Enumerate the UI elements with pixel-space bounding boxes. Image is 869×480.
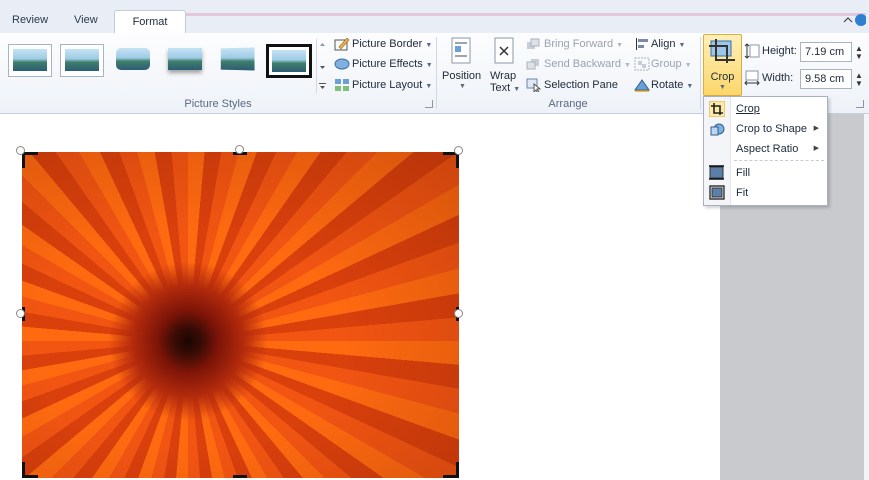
wrap-text-icon bbox=[494, 37, 514, 68]
position-icon bbox=[451, 37, 471, 68]
tab-format[interactable]: Format bbox=[114, 10, 186, 34]
submenu-arrow-icon: ▶ bbox=[813, 125, 819, 132]
contextual-tab-accent bbox=[186, 13, 866, 16]
group-label-picture-styles: Picture Styles bbox=[184, 98, 252, 110]
position-dropdown-icon: ▼ bbox=[459, 83, 466, 90]
menu-item-crop-label: Crop bbox=[736, 103, 760, 115]
picture-styles-launcher-icon[interactable] bbox=[425, 100, 433, 108]
picture-style-thumbnail[interactable] bbox=[8, 44, 52, 77]
crop-dropdown-menu: Crop Crop to Shape ▶ Aspect Ratio ▶ Fill… bbox=[703, 96, 828, 206]
wrap-text-label: Wrap bbox=[490, 70, 517, 82]
width-label: Width: bbox=[762, 72, 794, 84]
wrap-text-label-2: Text bbox=[490, 82, 511, 94]
wrap-text-button-line2[interactable]: Text ▼ bbox=[490, 82, 520, 94]
selection-pane-icon bbox=[526, 78, 542, 95]
picture-border-icon bbox=[334, 37, 350, 54]
height-icon bbox=[744, 43, 760, 62]
picture-style-thumbnail[interactable] bbox=[60, 44, 104, 77]
picture-layout-icon bbox=[334, 78, 350, 95]
group-separator bbox=[700, 37, 701, 109]
menu-item-fit-label: Fit bbox=[736, 187, 749, 199]
group-label-arrange: Arrange bbox=[548, 98, 588, 110]
fill-icon bbox=[709, 165, 724, 180]
height-label: Height: bbox=[762, 45, 797, 57]
send-backward-button[interactable]: Send Backward ▼ bbox=[544, 58, 631, 70]
picture-border-label: Picture Border bbox=[352, 38, 423, 50]
width-value: 9.58 cm bbox=[805, 73, 845, 85]
tab-review[interactable]: Review bbox=[12, 14, 48, 26]
gallery-scroll[interactable] bbox=[316, 39, 328, 93]
align-button[interactable]: Align ▼ bbox=[651, 38, 685, 50]
wrap-text-button[interactable]: Wrap bbox=[490, 70, 516, 82]
picture-style-thumbnail[interactable] bbox=[216, 44, 258, 75]
menu-separator bbox=[734, 160, 824, 161]
picture-layout-label: Picture Layout bbox=[352, 79, 423, 91]
vertical-ruler bbox=[864, 114, 869, 480]
menu-item-crop-to-shape[interactable]: Crop to Shape ▶ bbox=[704, 119, 827, 139]
selection-pane-label: Selection Pane bbox=[544, 79, 618, 91]
crop-label: Crop bbox=[710, 71, 735, 83]
submenu-arrow-icon: ▶ bbox=[813, 145, 819, 152]
picture-border-button[interactable]: Picture Border ▼ bbox=[352, 38, 432, 50]
align-label: Align bbox=[651, 38, 676, 50]
ribbon-tab-strip: Review View Format bbox=[0, 0, 869, 34]
picture-style-thumbnail[interactable] bbox=[164, 44, 206, 75]
bring-forward-button[interactable]: Bring Forward ▼ bbox=[544, 38, 623, 50]
send-backward-icon bbox=[526, 58, 540, 73]
menu-item-fill-label: Fill bbox=[736, 167, 751, 179]
picture-effects-icon bbox=[334, 57, 350, 74]
help-icon[interactable] bbox=[842, 12, 867, 28]
width-field[interactable]: 9.58 cm bbox=[800, 69, 852, 89]
selection-pane-button[interactable]: Selection Pane bbox=[544, 79, 618, 91]
tab-view[interactable]: View bbox=[74, 14, 98, 26]
fit-icon bbox=[709, 185, 725, 200]
menu-item-aspect-ratio[interactable]: Aspect Ratio ▶ bbox=[704, 139, 827, 159]
picture-style-thumbnail[interactable] bbox=[266, 44, 312, 78]
menu-item-crop[interactable]: Crop bbox=[704, 99, 827, 119]
rotate-button[interactable]: Rotate ▼ bbox=[651, 79, 693, 91]
bring-forward-label: Bring Forward bbox=[544, 38, 614, 50]
crop-icon bbox=[709, 101, 725, 117]
position-button[interactable]: Position bbox=[442, 70, 481, 82]
crop-button[interactable]: Crop ▼ bbox=[703, 34, 742, 96]
menu-item-aspect-ratio-label: Aspect Ratio bbox=[736, 143, 799, 155]
height-field[interactable]: 7.19 cm bbox=[800, 42, 852, 62]
flower-image-shading bbox=[22, 152, 459, 478]
bring-forward-icon bbox=[526, 38, 540, 53]
height-spinner[interactable]: ▲ ▼ bbox=[855, 45, 865, 61]
align-icon bbox=[634, 37, 650, 54]
crop-dropdown-icon: ▼ bbox=[719, 84, 726, 91]
menu-item-fill[interactable]: Fill bbox=[704, 163, 827, 183]
width-icon bbox=[744, 70, 760, 89]
position-label: Position bbox=[442, 70, 482, 82]
crop-icon bbox=[709, 39, 735, 63]
picture-effects-label: Picture Effects bbox=[352, 58, 423, 70]
group-label: Group bbox=[651, 58, 682, 70]
picture-layout-button[interactable]: Picture Layout ▼ bbox=[352, 79, 432, 91]
rotate-icon bbox=[633, 78, 651, 95]
rotate-label: Rotate bbox=[651, 79, 684, 91]
height-value: 7.19 cm bbox=[805, 46, 845, 58]
menu-item-fit[interactable]: Fit bbox=[704, 183, 827, 203]
menu-item-crop-to-shape-label: Crop to Shape bbox=[736, 123, 807, 135]
send-backward-label: Send Backward bbox=[544, 58, 622, 70]
group-button[interactable]: Group ▼ bbox=[651, 58, 692, 70]
group-icon bbox=[634, 57, 650, 74]
picture-style-thumbnail[interactable] bbox=[112, 44, 154, 75]
size-launcher-icon[interactable] bbox=[856, 100, 864, 108]
width-spinner[interactable]: ▲ ▼ bbox=[855, 72, 865, 88]
crop-to-shape-icon bbox=[710, 123, 725, 136]
picture-effects-button[interactable]: Picture Effects ▼ bbox=[352, 58, 433, 70]
